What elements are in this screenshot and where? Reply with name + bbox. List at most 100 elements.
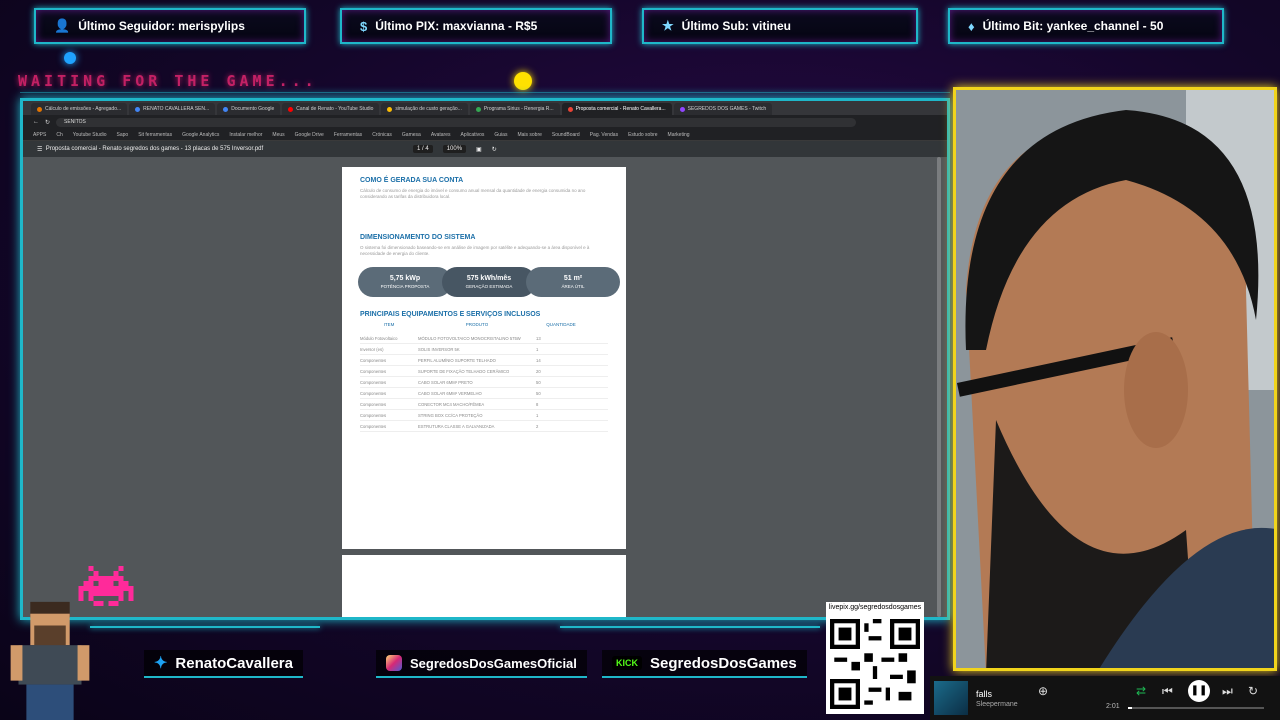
star-icon: ★ (662, 18, 674, 33)
browser-tab[interactable]: Cálculo de emissões - Agregado... (31, 103, 128, 115)
bookmark-item[interactable]: Estudo sobre (628, 132, 657, 138)
streamer-silhouette (956, 90, 1274, 668)
bookmark-item[interactable]: Youtube Studio (73, 132, 107, 138)
bookmark-item[interactable]: Google Drive (295, 132, 324, 138)
cell: 50 (536, 379, 541, 385)
cell: 13 (536, 335, 541, 341)
pdf-viewer[interactable]: COMO É GERADA SUA CONTA Cálculo de consu… (23, 157, 947, 617)
bookmark-item[interactable]: Ch (56, 132, 62, 138)
elapsed-time: 2:01 (1106, 703, 1120, 710)
alert-label: Último PIX: maxvianna - R$5 (375, 19, 538, 33)
tab-label: SEGREDOS DOS GAMES - Twitch (687, 106, 767, 112)
bookmark-item[interactable]: Google Analytics (182, 132, 219, 138)
social-instagram[interactable]: SegredosDosGamesOficial (376, 650, 587, 678)
alert-label: Último Sub: vitineu (681, 19, 791, 33)
system-summary: 5,75 kWp POTÊNCIA PROPOSTA 575 kWh/mês GER… (358, 267, 620, 297)
browser-tab[interactable]: Programa Sirius - Renergia R... (469, 103, 560, 115)
browser-tab[interactable]: simulação de custo geração... (381, 103, 468, 115)
webcam-feed (953, 87, 1277, 671)
cell: 14 (536, 357, 541, 363)
cell: CABO SOLAR 6MM² VERMELHO (418, 390, 482, 396)
tab-favicon-icon (223, 106, 229, 112)
bookmark-item[interactable]: Aplicativos (460, 132, 484, 138)
bookmark-item[interactable]: Sit ferramentas (138, 132, 172, 138)
bookmark-item[interactable]: Instalar melhor (229, 132, 262, 138)
pill-label: GERAÇÃO ESTIMADA (465, 284, 513, 289)
pixel-character-icon (10, 601, 90, 720)
cell: Componentes (360, 379, 387, 385)
browser-tab-active[interactable]: Proposta comercial - Renato Cavallera... (561, 103, 672, 115)
cell: 20 (536, 368, 541, 374)
zoom-level[interactable]: 100% (442, 145, 467, 153)
pill-value: 5,75 kWp (389, 275, 421, 282)
bookmark-item[interactable]: Marketing (668, 132, 690, 138)
rotate-icon[interactable]: ↻ (492, 146, 497, 153)
fit-icon[interactable]: ▣ (476, 146, 482, 153)
repeat-icon[interactable]: ↻ (1248, 684, 1258, 698)
column-header: ITEM (383, 322, 395, 327)
album-cover (934, 681, 968, 715)
table-row: Componentes CABO SOLAR 6MM² VERMELHO 50 (360, 388, 608, 399)
previous-icon[interactable]: ⏮ (1162, 684, 1173, 699)
social-kick[interactable]: KICK SegredosDosGames (602, 650, 807, 678)
qr-code[interactable] (826, 614, 924, 714)
page-number[interactable]: 1 / 4 (413, 145, 433, 153)
cell: SOLIS INVERSOR 5K (418, 346, 460, 352)
decor-line (560, 626, 820, 628)
browser-tab[interactable]: Documento Google (217, 103, 281, 115)
person-icon: 👤 (54, 18, 71, 33)
pill-label: ÁREA ÚTIL (561, 284, 585, 289)
summary-pill: 51 m² ÁREA ÚTIL (526, 267, 620, 297)
bookmark-item[interactable]: APPS (33, 132, 46, 138)
pause-button[interactable]: ❚❚ (1188, 680, 1210, 702)
tab-favicon-icon (288, 106, 294, 112)
browser-tab[interactable]: Canal de Renato - YouTube Studio (282, 103, 380, 115)
overlay-title: WAITING FOR THE GAME... (18, 72, 318, 90)
music-player: falls Sleepermane ⊕ ⇄ ⏮ ❚❚ ⏭ ↻ 2:01 (930, 676, 1280, 720)
address-bar-row: ← ↻ SENITOS (23, 115, 947, 129)
cell: Módulo Fotovoltaico (360, 335, 398, 341)
scrollbar[interactable] (937, 157, 941, 617)
reload-icon[interactable]: ↻ (45, 119, 50, 126)
browser-tab[interactable]: RENATO CAVALLERA SEN... (129, 103, 216, 115)
bookmark-item[interactable]: Meus (272, 132, 284, 138)
pdf-toolbar: ☰ Proposta comercial - Renato segredos d… (23, 141, 947, 157)
cell: 1 (536, 346, 539, 352)
cell: 2 (536, 423, 539, 429)
back-icon[interactable]: ← (33, 119, 39, 125)
browser-tab[interactable]: SEGREDOS DOS GAMES - Twitch (673, 103, 773, 115)
tab-label: Documento Google (231, 106, 275, 112)
tab-label: simulação de custo geração... (395, 106, 462, 112)
summary-pill: 575 kWh/mês GERAÇÃO ESTIMADA (442, 267, 536, 297)
menu-icon[interactable]: ☰ (37, 146, 46, 153)
bookmark-item[interactable]: SoundBoard (552, 132, 580, 138)
instagram-icon (386, 655, 402, 671)
tab-label: Programa Sirius - Renergia R... (483, 106, 554, 112)
bookmark-item[interactable]: Ferramentas (334, 132, 362, 138)
pill-label: POTÊNCIA PROPOSTA (380, 284, 430, 289)
cell: SUPORTE DE FIXAÇÃO TELHADO CERÂMICO (418, 368, 510, 374)
progress-bar[interactable] (1128, 707, 1264, 709)
section-title: PRINCIPAIS EQUIPAMENTOS E SERVIÇOS INCLU… (360, 311, 541, 318)
pill-value: 51 m² (563, 275, 583, 282)
bookmark-item[interactable]: Gamesa (402, 132, 421, 138)
table-header: ITEM PRODUTO QUANTIDADE (360, 322, 608, 327)
bookmark-item[interactable]: Pag. Vendas (590, 132, 618, 138)
bookmark-item[interactable]: Mais sobre (517, 132, 541, 138)
tab-label: Canal de Renato - YouTube Studio (296, 106, 374, 112)
next-icon[interactable]: ⏭ (1222, 684, 1233, 699)
bookmark-item[interactable]: Crónicas (372, 132, 392, 138)
shuffle-icon[interactable]: ⇄ (1136, 684, 1146, 698)
pdf-page: COMO É GERADA SUA CONTA Cálculo de consu… (342, 167, 626, 549)
cell: MÓDULO FOTOVOLTAICO MONOCRISTALINO 575W (418, 335, 521, 341)
alert-last-sub: ★ Último Sub: vitineu (642, 8, 918, 44)
bookmark-item[interactable]: Sapo (117, 132, 129, 138)
bookmark-item[interactable]: Avatares (431, 132, 451, 138)
cell: Componentes (360, 423, 387, 429)
bookmark-item[interactable]: Guias (494, 132, 507, 138)
cell: Inversor (es) (360, 346, 384, 352)
add-icon[interactable]: ⊕ (1038, 684, 1048, 698)
table-row: Componentes ESTRUTURA CLASSE A GALVANIZAD… (360, 421, 608, 432)
address-input[interactable]: SENITOS (56, 117, 857, 127)
social-twitter[interactable]: ✦ RenatoCavallera (144, 650, 303, 678)
